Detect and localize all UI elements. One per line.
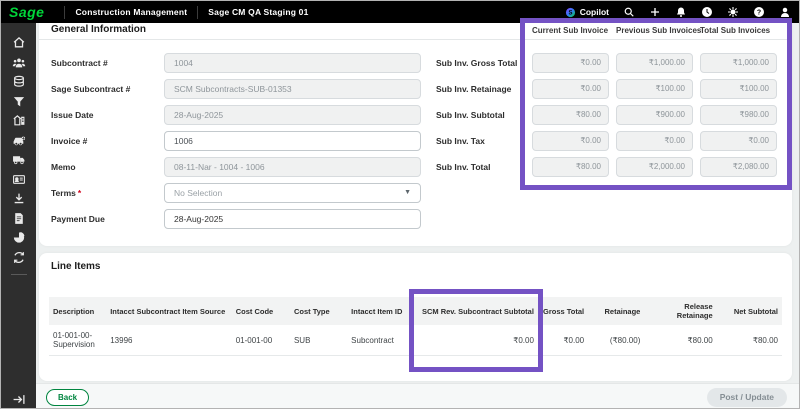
cell-cost-type: SUB: [289, 325, 348, 356]
topbar-divider: [197, 5, 199, 19]
topbar-divider: [64, 5, 66, 19]
back-button[interactable]: Back: [46, 389, 90, 406]
col-intacct-item-id: Intacct Item ID: [347, 297, 418, 325]
app-title: Construction Management: [75, 7, 188, 17]
cell-retainage: (₹80.00): [588, 325, 645, 356]
cell-intacct-item-id: Subcontract: [347, 325, 418, 356]
home-icon[interactable]: [12, 36, 26, 49]
expand-sidebar-icon[interactable]: [12, 393, 26, 406]
gross-total-label: Sub Inv. Gross Total: [436, 58, 518, 68]
payment-due-label: Payment Due: [51, 214, 105, 224]
cell-cost-code: 01-001-00: [231, 325, 290, 356]
history-icon[interactable]: [701, 6, 713, 18]
terms-label: Terms *: [51, 188, 82, 198]
equipment-icon[interactable]: [12, 134, 26, 147]
retainage-label: Sub Inv. Retainage: [436, 84, 512, 94]
sync-icon[interactable]: [12, 251, 26, 264]
cell-net-subtotal: ₹80.00: [716, 325, 782, 356]
col-cost-code: Cost Code: [231, 297, 290, 325]
chevron-down-icon: ▼: [404, 189, 411, 196]
cell-gross-total: ₹0.00: [537, 325, 589, 356]
import-icon[interactable]: [12, 192, 26, 205]
invoice-icon[interactable]: [12, 212, 26, 225]
col-description: Description: [49, 297, 107, 325]
property-icon[interactable]: [12, 114, 26, 127]
svg-text:?: ?: [757, 10, 761, 17]
sidebar-divider: [10, 274, 27, 275]
database-icon[interactable]: [12, 75, 26, 88]
copilot-button[interactable]: S Copilot: [565, 7, 609, 18]
copilot-icon: S: [565, 7, 575, 17]
col-intacct-item-source: Intacct Subcontract Item Source: [106, 297, 232, 325]
tax-label: Sub Inv. Tax: [436, 136, 485, 146]
settings-icon[interactable]: [727, 6, 739, 18]
line-items-title: Line Items: [51, 261, 101, 272]
col-net-subtotal: Net Subtotal: [716, 297, 782, 325]
terms-select[interactable]: No Selection ▼: [164, 183, 421, 203]
general-information-title: General Information: [51, 24, 147, 35]
payment-due-field[interactable]: 28-Aug-2025: [164, 209, 421, 229]
id-card-icon[interactable]: [12, 173, 26, 186]
col-cost-type: Cost Type: [289, 297, 348, 325]
subtotal-label: Sub Inv. Subtotal: [436, 110, 505, 120]
post-update-button[interactable]: Post / Update: [706, 388, 787, 407]
cell-intacct-item-source: 13996: [106, 325, 232, 356]
truck-icon[interactable]: [12, 153, 26, 166]
user-profile-icon[interactable]: [779, 6, 791, 18]
add-icon[interactable]: [649, 6, 661, 18]
people-icon[interactable]: [12, 56, 26, 69]
highlight-box-sub-invoice-summary: [520, 18, 792, 190]
svg-text:S: S: [568, 10, 572, 16]
footer-action-bar: Back Post / Update: [36, 383, 799, 408]
col-gross-total: Gross Total: [537, 297, 589, 325]
help-icon[interactable]: ?: [753, 6, 765, 18]
sage-logo[interactable]: Sage: [9, 4, 44, 20]
search-icon[interactable]: [623, 6, 635, 18]
highlight-box-scm-rev-subtotal: [409, 289, 543, 372]
filter-icon[interactable]: [12, 95, 26, 108]
app-window: Sage Construction Management Sage CM QA …: [0, 0, 800, 409]
col-release-retainage: Release Retainage: [644, 297, 717, 325]
left-sidebar: [1, 23, 36, 408]
total-label: Sub Inv. Total: [436, 162, 491, 172]
copilot-label: Copilot: [579, 7, 609, 17]
reports-icon[interactable]: [12, 231, 26, 244]
notifications-icon[interactable]: [675, 6, 687, 18]
environment-title: Sage CM QA Staging 01: [208, 7, 309, 17]
col-retainage: Retainage: [588, 297, 645, 325]
required-marker: *: [77, 188, 82, 198]
cell-description: 01-001-00-Supervision: [49, 325, 107, 356]
cell-release-retainage: ₹80.00: [644, 325, 717, 356]
